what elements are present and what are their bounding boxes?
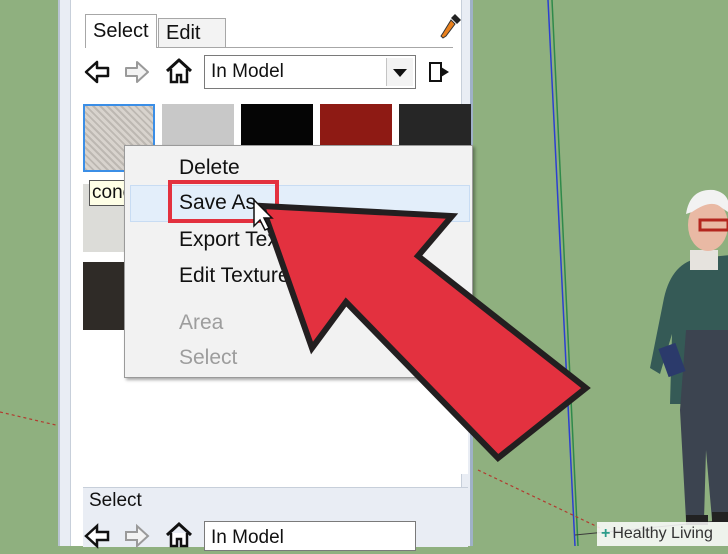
healthy-living-watermark: + Healthy Living	[597, 522, 728, 546]
plus-icon: +	[601, 525, 611, 542]
watermark-text: Healthy Living	[612, 525, 713, 542]
callout-arrow-icon	[253, 198, 591, 463]
sketchup-viewport: Select Edit In Model conc Select In Mode…	[0, 0, 728, 551]
